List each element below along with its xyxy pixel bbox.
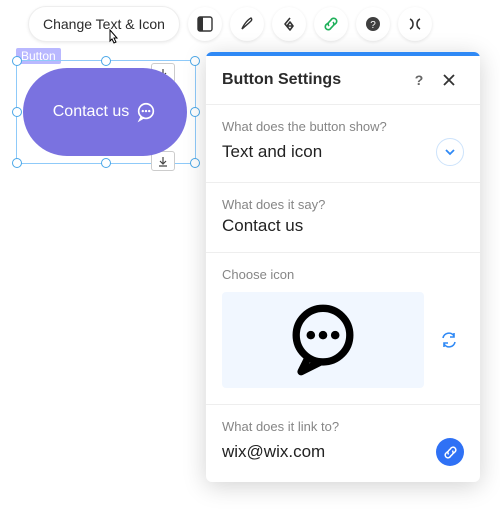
resize-handle-l[interactable]: [12, 107, 22, 117]
link-icon[interactable]: [314, 7, 348, 41]
panel-help-icon[interactable]: ?: [404, 72, 434, 88]
section-link: What does it link to? wix@wix.com: [206, 404, 480, 482]
swap-icon: [440, 331, 458, 349]
resize-handle-br[interactable]: [190, 158, 200, 168]
section-show: What does the button show? Text and icon: [206, 104, 480, 182]
more-icon[interactable]: [398, 7, 432, 41]
resize-handle-tl[interactable]: [12, 56, 22, 66]
button-settings-panel: Button Settings ? What does the button s…: [206, 52, 480, 482]
animation-icon[interactable]: [272, 7, 306, 41]
panel-header: Button Settings ?: [206, 56, 480, 104]
chevron-down-icon: [444, 146, 456, 158]
chat-bubble-icon: [135, 101, 157, 123]
section-text-label: What does it say?: [222, 197, 464, 212]
section-show-label: What does the button show?: [222, 119, 464, 134]
button-preview[interactable]: Contact us: [23, 68, 187, 156]
brush-icon[interactable]: [230, 7, 264, 41]
help-icon[interactable]: ?: [356, 7, 390, 41]
panel-title: Button Settings: [222, 71, 341, 89]
svg-text:?: ?: [370, 20, 376, 31]
show-dropdown-button[interactable]: [436, 138, 464, 166]
button-text-input[interactable]: Contact us: [222, 216, 464, 236]
section-show-value: Text and icon: [222, 142, 322, 162]
chat-bubble-icon: [284, 301, 362, 379]
svg-text:?: ?: [415, 72, 424, 88]
section-icon: Choose icon: [206, 252, 480, 404]
panel-close-icon[interactable]: [434, 73, 464, 87]
resize-handle-t[interactable]: [101, 56, 111, 66]
change-text-icon-label: Change Text & Icon: [43, 16, 165, 32]
section-link-label: What does it link to?: [222, 419, 464, 434]
section-text: What does it say? Contact us: [206, 182, 480, 252]
section-icon-label: Choose icon: [222, 267, 464, 282]
link-icon: [443, 445, 458, 460]
resize-handle-bl[interactable]: [12, 158, 22, 168]
link-value: wix@wix.com: [222, 442, 325, 462]
floating-toolbar: Change Text & Icon ?: [28, 6, 432, 42]
change-text-icon-button[interactable]: Change Text & Icon: [28, 6, 180, 42]
icon-preview-button[interactable]: [222, 292, 424, 388]
edit-link-button[interactable]: [436, 438, 464, 466]
swap-icon-button[interactable]: [434, 325, 464, 355]
resize-handle-b[interactable]: [101, 158, 111, 168]
resize-handle-r[interactable]: [190, 107, 200, 117]
layout-icon[interactable]: [188, 7, 222, 41]
resize-handle-tr[interactable]: [190, 56, 200, 66]
button-preview-text: Contact us: [53, 103, 129, 121]
